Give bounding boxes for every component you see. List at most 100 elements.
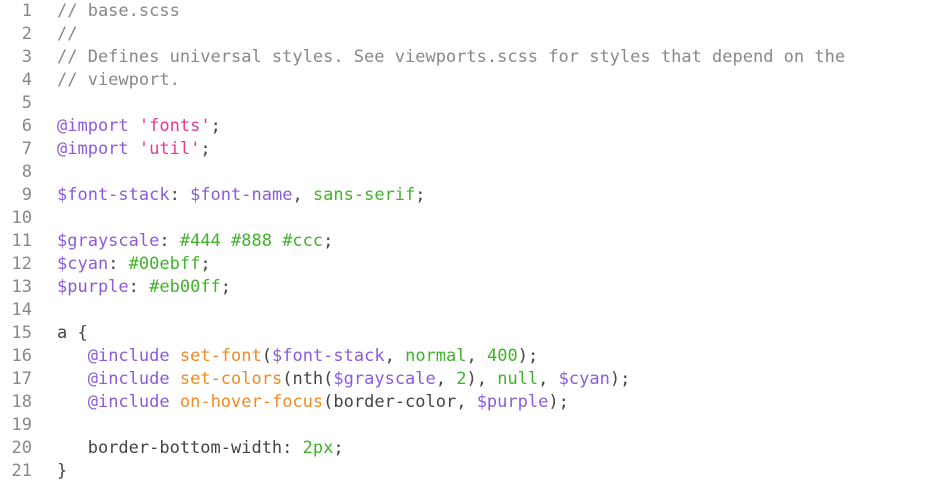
token-plain: ; (200, 254, 211, 274)
line-number: 1 (21, 1, 32, 21)
line-number: 15 (11, 323, 32, 343)
line-number: 11 (11, 231, 32, 251)
line-number: 21 (11, 461, 32, 481)
code-text[interactable]: // base.scss (57, 0, 180, 23)
token-plain: ; (323, 231, 334, 251)
token-value: #eb00ff (149, 277, 221, 297)
token-comment: // (57, 24, 78, 44)
line-number: 17 (11, 369, 32, 389)
token-plain: ; (200, 139, 211, 159)
line-number: 6 (21, 116, 32, 136)
token-plain: : (128, 277, 150, 297)
code-text[interactable]: $cyan: #00ebff; (57, 253, 211, 276)
token-func: on-hover-focus (179, 392, 324, 412)
token-directive: @include (87, 369, 170, 389)
token-var: $grayscale (333, 369, 436, 389)
token-plain: : (169, 185, 191, 205)
token-func: set-font (179, 346, 262, 366)
token-plain: ), (466, 369, 498, 389)
code-text[interactable]: } (57, 460, 67, 483)
token-value: 2px (302, 438, 334, 458)
line-number: 18 (11, 392, 32, 412)
token-plain: (border-color, (323, 392, 477, 412)
line-number: 4 (21, 70, 32, 90)
token-var: $font-name (190, 185, 293, 205)
token-plain: ; (220, 277, 232, 297)
token-plain: : (159, 231, 180, 251)
token-plain: , (384, 346, 406, 366)
code-text[interactable]: @import 'fonts'; (57, 115, 221, 138)
code-text[interactable]: // (57, 23, 77, 46)
line-number: 5 (21, 93, 32, 113)
token-plain: , (538, 369, 559, 389)
token-var: $cyan (57, 254, 109, 274)
line-number: 8 (21, 162, 32, 182)
line-number: 19 (11, 415, 32, 435)
code-text[interactable]: border-bottom-width: 2px; (57, 437, 344, 460)
token-value: sans-serif (312, 185, 416, 205)
token-string: 'util' (138, 139, 201, 159)
token-comment: // viewport. (57, 70, 180, 90)
token-var: $font-stack (57, 185, 170, 205)
token-directive: @include (87, 392, 170, 412)
code-text[interactable]: // Defines universal styles. See viewpor… (57, 46, 845, 69)
token-var: $font-stack (272, 346, 385, 366)
token-value: #444 #888 #ccc (179, 231, 324, 251)
code-text[interactable]: $font-stack: $font-name, sans-serif; (57, 184, 426, 207)
token-directive: @import (57, 139, 129, 159)
code-text[interactable]: // viewport. (57, 69, 180, 92)
code-text[interactable]: @include set-font($font-stack, normal, 4… (57, 345, 538, 368)
token-value: 400 (486, 346, 518, 366)
token-value: 2 (456, 369, 467, 389)
token-plain: border-bottom-width: (57, 438, 303, 458)
token-plain: ; (210, 116, 221, 136)
code-text[interactable]: $grayscale: #444 #888 #ccc; (57, 230, 333, 253)
line-number: 20 (11, 438, 32, 458)
token-plain: a { (57, 323, 88, 343)
code-text[interactable]: $purple: #eb00ff; (57, 276, 231, 299)
token-directive: @include (87, 346, 170, 366)
token-plain: , (466, 346, 487, 366)
token-comment: // Defines universal styles. See viewpor… (57, 47, 846, 67)
token-plain: (nth( (282, 369, 334, 389)
line-number: 14 (11, 300, 32, 320)
token-plain: ( (261, 346, 272, 366)
token-plain: ); (517, 346, 539, 366)
line-number: 3 (21, 47, 32, 67)
token-value: #00ebff (128, 254, 201, 274)
token-plain: , (292, 185, 313, 205)
token-directive: @import (57, 116, 129, 136)
line-number: 12 (11, 254, 32, 274)
token-plain: ); (548, 392, 569, 412)
token-plain: ; (415, 185, 426, 205)
code-text[interactable]: a { (57, 322, 88, 345)
line-number: 7 (21, 139, 32, 159)
token-plain: ); (609, 369, 631, 389)
line-number: 2 (21, 24, 32, 44)
line-number: 13 (11, 277, 32, 297)
token-plain: } (57, 461, 68, 481)
line-number: 16 (11, 346, 32, 366)
token-plain: : (108, 254, 129, 274)
code-text[interactable]: @include on-hover-focus(border-color, $p… (57, 391, 569, 414)
token-comment: // base.scss (57, 1, 180, 21)
token-var: $cyan (558, 369, 610, 389)
token-value: null (497, 369, 539, 389)
line-number: 9 (21, 185, 32, 205)
code-editor[interactable]: 1 // base.scss 2 // 3 // Defines universal st… (0, 0, 937, 485)
token-plain: , (435, 369, 457, 389)
code-text[interactable]: @include set-colors(nth($grayscale, 2), … (57, 368, 631, 391)
token-var: $grayscale (57, 231, 160, 251)
token-plain: ; (333, 438, 344, 458)
token-var: $purple (57, 277, 129, 297)
code-text[interactable]: @import 'util'; (57, 138, 211, 161)
token-var: $purple (476, 392, 549, 412)
line-number: 10 (11, 208, 32, 228)
